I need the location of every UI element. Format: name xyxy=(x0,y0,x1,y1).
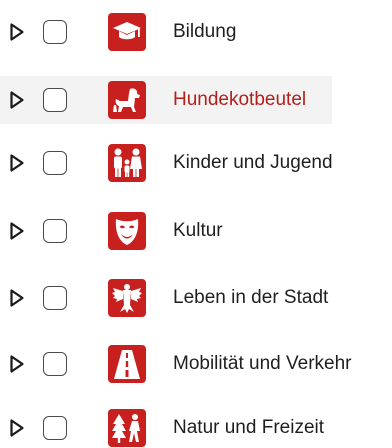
category-label: Kultur xyxy=(173,220,223,241)
category-label: Natur und Freizeit xyxy=(173,417,325,438)
category-checkbox[interactable] xyxy=(43,416,67,440)
category-checkbox[interactable] xyxy=(43,20,67,44)
expand-triangle-icon[interactable] xyxy=(9,418,25,438)
expand-triangle-icon[interactable] xyxy=(9,354,25,374)
graduation-cap-icon xyxy=(108,13,146,51)
family-icon xyxy=(108,144,146,182)
category-row-natur-und-freizeit[interactable]: Natur und Freizeit xyxy=(0,404,392,448)
category-label: Hundekotbeutel xyxy=(173,89,307,110)
expand-triangle-icon[interactable] xyxy=(9,153,25,173)
tree-hiker-icon xyxy=(108,409,146,447)
expand-triangle-icon[interactable] xyxy=(9,22,25,42)
category-checkbox[interactable] xyxy=(43,219,67,243)
category-checkbox[interactable] xyxy=(43,286,67,310)
category-row-leben-in-der-stadt[interactable]: Leben in der Stadt xyxy=(0,274,392,322)
category-row-kultur[interactable]: Kultur xyxy=(0,207,392,255)
category-checkbox[interactable] xyxy=(43,88,67,112)
category-label: Kinder und Jugend xyxy=(173,152,333,173)
category-label: Bildung xyxy=(173,21,237,42)
category-list: Bildung Hundekotbeutel Kinder und Jugend… xyxy=(0,0,392,448)
city-eagle-icon xyxy=(108,279,146,317)
road-icon xyxy=(108,345,146,383)
category-row-mobilitaet-und-verkehr[interactable]: Mobilität und Verkehr xyxy=(0,340,392,388)
category-row-hundekotbeutel[interactable]: Hundekotbeutel xyxy=(0,76,332,124)
category-row-bildung[interactable]: Bildung xyxy=(0,8,392,56)
category-row-kinder-und-jugend[interactable]: Kinder und Jugend xyxy=(0,139,392,187)
category-checkbox[interactable] xyxy=(43,151,67,175)
expand-triangle-icon[interactable] xyxy=(9,221,25,241)
expand-triangle-icon[interactable] xyxy=(9,90,25,110)
theater-mask-icon xyxy=(108,212,146,250)
dog-icon xyxy=(108,81,146,119)
category-label: Mobilität und Verkehr xyxy=(173,353,352,374)
expand-triangle-icon[interactable] xyxy=(9,288,25,308)
category-label: Leben in der Stadt xyxy=(173,287,329,308)
category-checkbox[interactable] xyxy=(43,352,67,376)
